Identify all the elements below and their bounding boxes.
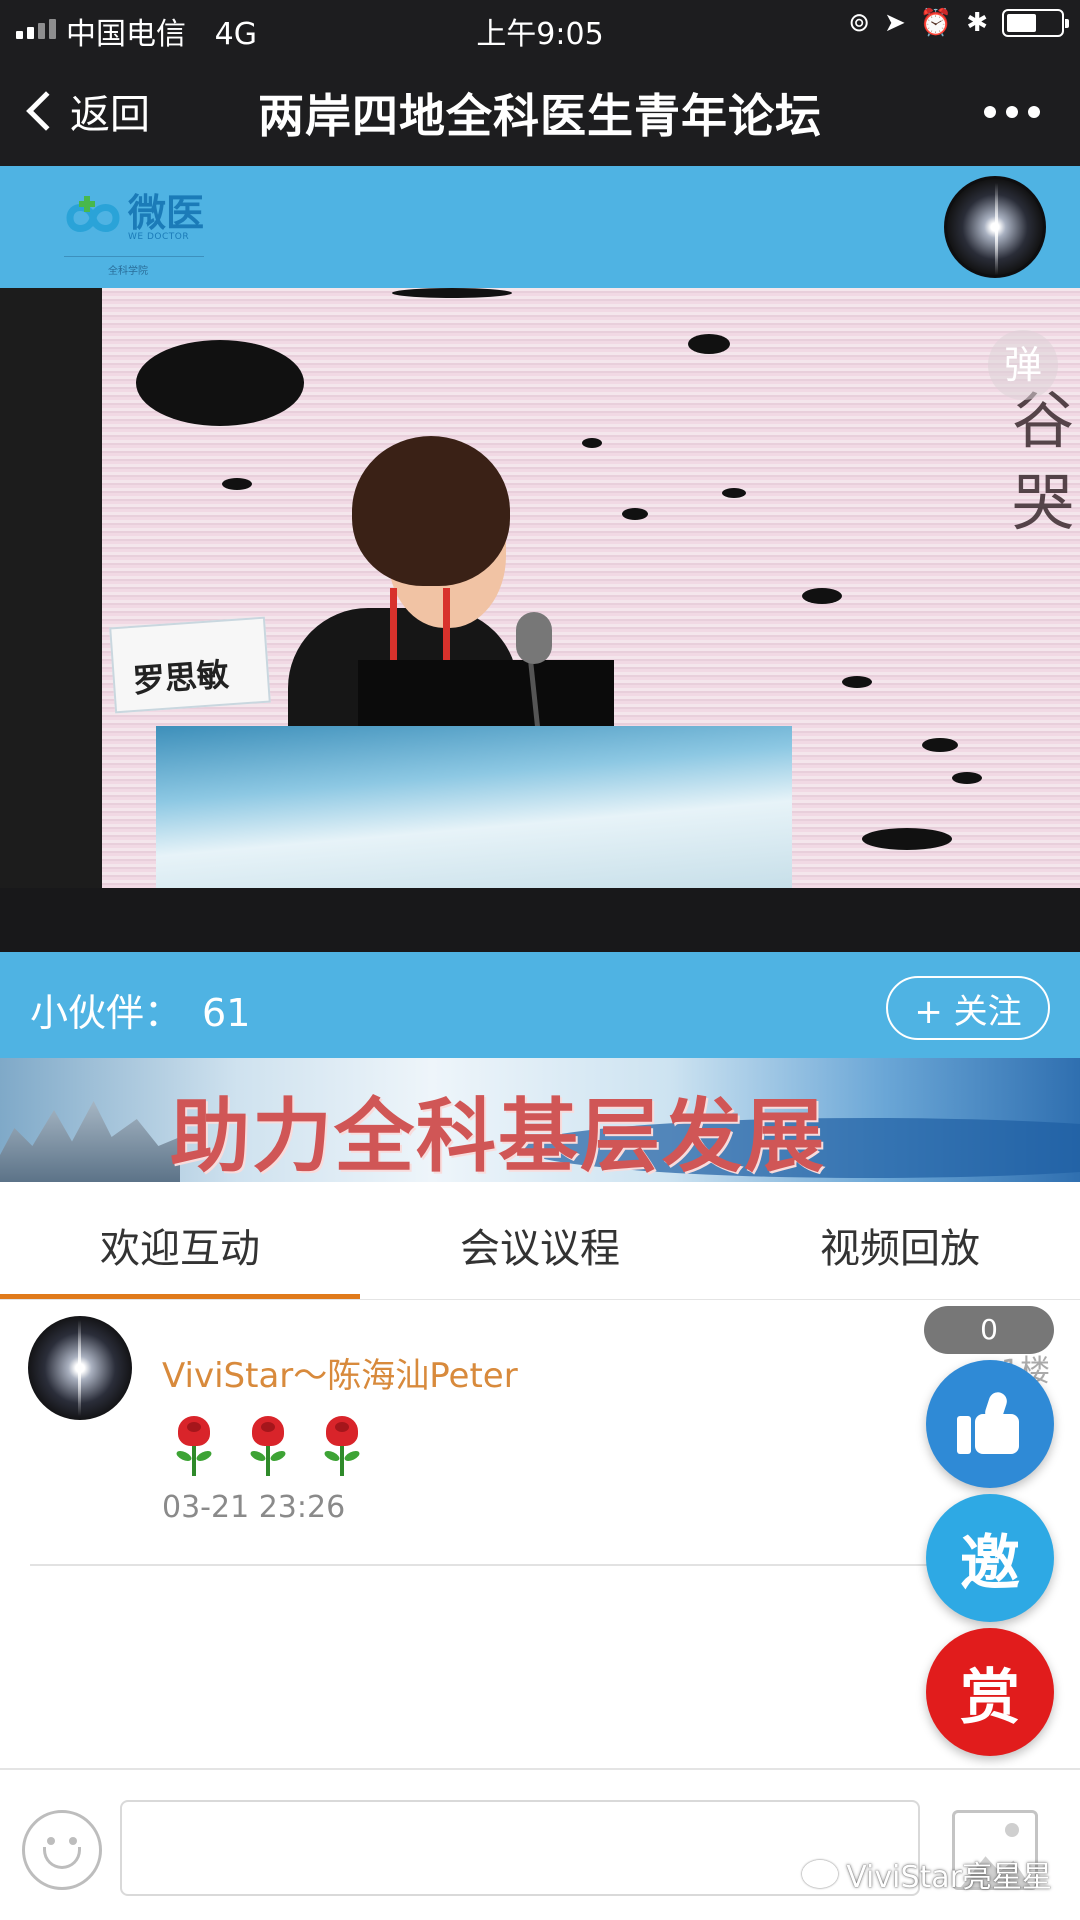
viewer-count-label: 小伙伴： [30, 991, 183, 1035]
audience-bar: 小伙伴： 61 + 关注 [0, 952, 1080, 1058]
comment-item: ViviStar～陈海汕Peter 1楼 03-21 23:26 [0, 1300, 1080, 1568]
alarm-icon: ⏰ [919, 8, 953, 38]
city-skyline-image [0, 1101, 180, 1182]
avatar[interactable] [28, 1316, 132, 1420]
location-icon: ➤ [884, 8, 906, 38]
live-video-player[interactable]: 谷哭 罗思敏 弹 [0, 288, 1080, 952]
title-bar: 返回 两岸四地全科医生青年论坛 [0, 56, 1080, 166]
infinity-cross-icon [66, 196, 120, 232]
wechat-watermark: ViviStar亮星星 [802, 1852, 1052, 1896]
watermark-text: ViviStar亮星星 [846, 1860, 1052, 1895]
rose-icon [170, 1416, 218, 1476]
banner-slogan: 助力全科基层发展 [170, 1089, 826, 1182]
invite-button[interactable]: 邀 [926, 1494, 1054, 1622]
brand-header: 微医 WE DOCTOR 全科学院 [0, 166, 1080, 288]
like-count-badge: 0 [924, 1306, 1054, 1354]
comment-input[interactable] [120, 1800, 920, 1896]
promo-banner: 助力全科基层发展 [0, 1058, 1080, 1182]
comment-author[interactable]: ViviStar～陈海汕Peter [162, 1348, 518, 1397]
thumbs-up-icon [957, 1389, 1023, 1456]
comment-time: 03-21 23:26 [162, 1490, 346, 1525]
logo-divider [64, 256, 204, 257]
video-bottom-bar [0, 888, 1080, 952]
wechat-icon [802, 1860, 839, 1888]
logo-text: 微医 [128, 191, 205, 235]
viewer-count: 小伙伴： 61 [30, 982, 250, 1037]
status-icons: ⊚ ➤ ⏰ ✱ [848, 8, 1069, 38]
rose-icon [318, 1416, 366, 1476]
emoji-button[interactable] [22, 1810, 102, 1890]
smiley-icon [47, 1837, 55, 1845]
speaker-nameplate: 罗思敏 [109, 616, 271, 714]
like-button[interactable] [926, 1360, 1054, 1488]
bluetooth-icon: ✱ [966, 8, 988, 38]
rose-icon [244, 1416, 292, 1476]
tab-agenda[interactable]: 会议议程 [360, 1216, 720, 1274]
more-menu-button[interactable] [984, 106, 1040, 118]
video-letterbox [0, 288, 102, 888]
follow-button[interactable]: + 关注 [886, 976, 1050, 1040]
comment-input-bar [0, 1768, 1080, 1920]
tab-replay[interactable]: 视频回放 [720, 1216, 1080, 1274]
microphone [516, 612, 552, 664]
podium [156, 726, 792, 888]
status-bar: 中国电信 4G 上午9:05 ⊚ ➤ ⏰ ✱ [0, 0, 1080, 56]
host-avatar[interactable] [944, 176, 1046, 278]
speaker-name: 罗思敏 [131, 655, 231, 700]
stage-screen-text: 谷哭 [1011, 384, 1074, 539]
logo-subtitle: 全科学院 [108, 266, 148, 277]
tab-interaction[interactable]: 欢迎互动 [0, 1216, 360, 1274]
viewer-count-value: 61 [202, 991, 251, 1035]
battery-icon [1002, 9, 1069, 37]
wedoctor-logo: 微医 WE DOCTOR [62, 194, 204, 242]
danmu-toggle-button[interactable]: 弹 [988, 330, 1058, 400]
rose-emoji-group [170, 1416, 366, 1476]
page-title: 两岸四地全科医生青年论坛 [258, 89, 822, 143]
tab-bar: 欢迎互动 会议议程 视频回放 [0, 1182, 1080, 1300]
more-dots-icon [984, 106, 996, 118]
rotation-lock-icon: ⊚ [848, 8, 871, 38]
reward-button[interactable]: 赏 [926, 1628, 1054, 1756]
image-icon [1005, 1823, 1019, 1837]
